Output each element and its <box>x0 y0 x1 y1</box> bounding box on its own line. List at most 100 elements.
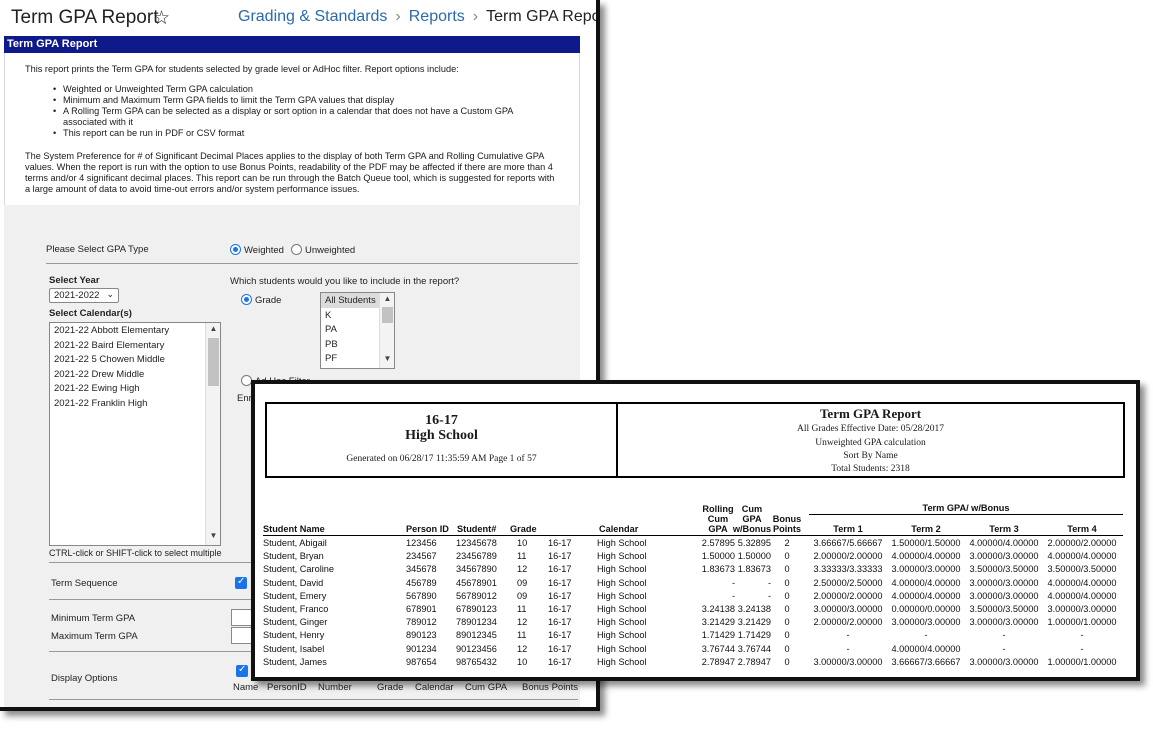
cell-t2: 0.00000/0.00000 <box>891 604 961 614</box>
calendar-option[interactable]: 2021-22 Abbott Elementary <box>50 323 220 338</box>
display-name-checkbox[interactable] <box>236 664 248 677</box>
cell-name: Student, Emery <box>263 590 327 601</box>
calendar-option[interactable]: 2021-22 Ewing High <box>50 381 220 396</box>
calendar-listbox[interactable]: 2021-22 Abbott Elementary 2021-22 Baird … <box>49 322 221 546</box>
scrollbar-thumb[interactable] <box>382 307 393 323</box>
scroll-up-icon[interactable]: ▲ <box>206 324 220 337</box>
display-col-calendar: Calendar <box>415 682 454 693</box>
scroll-up-icon[interactable]: ▲ <box>380 294 394 307</box>
grade-option[interactable]: Grade <box>241 294 281 306</box>
cell-t2: 4.00000/4.00000 <box>891 590 961 601</box>
cell-t4: 4.00000/4.00000 <box>1047 590 1117 601</box>
header-calendar: Calendar <box>599 524 639 534</box>
display-col-bonus: Bonus Points <box>522 682 578 693</box>
term-sequence-checkbox[interactable] <box>235 576 247 589</box>
radio-weighted[interactable] <box>230 244 241 255</box>
cell-pid: 456789 <box>406 577 437 588</box>
cell-snum: 34567890 <box>456 564 497 575</box>
table-row: Student, Caroline 345678 34567890 12 16-17 Hi… <box>263 564 1123 577</box>
cell-name: Student, Abigail <box>263 538 327 548</box>
cell-snum: 67890123 <box>456 604 497 614</box>
max-term-gpa-input[interactable] <box>231 627 253 644</box>
cell-snum: 23456789 <box>456 551 497 562</box>
report-header-bar: Term GPA Report <box>4 36 580 53</box>
header-grade: Grade <box>510 524 537 534</box>
cell-grade: 10 <box>517 538 528 548</box>
header-student-name: Student Name <box>263 524 325 534</box>
cell-roll: 2.57895 <box>701 538 735 548</box>
star-icon[interactable]: ☆ <box>153 7 170 30</box>
cell-cal: High School <box>597 538 647 548</box>
radio-unweighted[interactable] <box>291 244 302 255</box>
cell-roll: 1.50000 <box>701 551 735 562</box>
gpa-type-label: Please Select GPA Type <box>46 244 149 255</box>
description-intro: This report prints the Term GPA for stud… <box>25 64 459 74</box>
table-row: Student, Henry 890123 89012345 11 16-17 High … <box>263 630 1123 643</box>
page-title: Term GPA Report <box>11 7 159 28</box>
gpa-weighted-option[interactable]: Weighted <box>230 244 284 256</box>
cell-yr: 16-17 <box>548 538 572 548</box>
calendar-option[interactable]: 2021-22 5 Chowen Middle <box>50 352 220 367</box>
cell-yr: 16-17 <box>548 656 572 667</box>
cell-cum: - <box>767 590 771 601</box>
cell-grade: 11 <box>517 630 527 641</box>
cell-cum: 1.83673 <box>737 564 771 575</box>
table-row: Student, Emery 567890 56789012 09 16-17 High … <box>263 591 1123 604</box>
scroll-down-icon[interactable]: ▼ <box>206 531 220 544</box>
report-heading-box: 16-17 High School Generated on 06/28/17 … <box>265 402 1125 478</box>
select-year-label: Select Year <box>49 275 100 286</box>
cell-name: Student, Bryan <box>263 551 324 562</box>
calendar-option[interactable]: 2021-22 Franklin High <box>50 396 220 411</box>
chevron-right-icon: › <box>395 8 401 25</box>
cell-t1: - <box>846 630 850 641</box>
cell-t3: 3.50000/3.50000 <box>969 564 1039 575</box>
gpa-unweighted-option[interactable]: Unweighted <box>291 244 355 256</box>
cell-bonus: 0 <box>784 551 790 562</box>
header-term-1: Term 1 <box>833 524 863 534</box>
cell-name: Student, Franco <box>263 604 329 614</box>
cell-pid: 789012 <box>406 617 437 628</box>
report-generated-line: Generated on 06/28/17 11:35:59 AM Page 1… <box>346 454 537 464</box>
min-term-gpa-input[interactable] <box>231 609 253 626</box>
cell-pid: 123456 <box>406 538 437 548</box>
cell-snum: 45678901 <box>456 577 497 588</box>
cell-yr: 16-17 <box>548 604 572 614</box>
report-school-name: High School <box>405 428 478 443</box>
cell-cal: High School <box>597 617 647 628</box>
table-row: Student, David 456789 45678901 09 16-17 High … <box>263 578 1123 591</box>
cell-bonus: 2 <box>784 538 790 548</box>
display-options-label: Display Options <box>51 673 118 684</box>
cell-grade: 09 <box>517 577 528 588</box>
report-sort-line: Sort By Name <box>843 451 898 461</box>
radio-grade[interactable] <box>241 294 252 305</box>
cell-roll: 1.83673 <box>701 564 735 575</box>
cell-yr: 16-17 <box>548 590 572 601</box>
cell-t3: - <box>1002 630 1006 641</box>
table-row: Student, Bryan 234567 23456789 11 16-17 High … <box>263 551 1123 564</box>
grade-scrollbar[interactable]: ▲ ▼ <box>379 293 394 368</box>
scroll-down-icon[interactable]: ▼ <box>380 354 394 367</box>
grade-listbox[interactable]: All Students K PA PB PF ▲ ▼ <box>320 292 395 369</box>
header-rolling: Rolling <box>702 504 734 514</box>
cell-cum: 2.78947 <box>737 656 771 667</box>
header-cum: GPA <box>742 514 762 524</box>
cell-t2: 1.50000/1.50000 <box>891 538 961 548</box>
calendar-option[interactable]: 2021-22 Baird Elementary <box>50 338 220 353</box>
cell-t1: 2.00000/2.00000 <box>813 617 883 628</box>
term-group-underline <box>809 514 1123 515</box>
cell-t4: 2.00000/2.00000 <box>1047 538 1117 548</box>
cell-pid: 890123 <box>406 630 437 641</box>
cell-name: Student, David <box>263 577 324 588</box>
breadcrumb-grading-standards[interactable]: Grading & Standards <box>238 8 387 25</box>
cell-cal: High School <box>597 630 647 641</box>
display-col-cumgpa: Cum GPA <box>465 682 508 693</box>
calendar-option[interactable]: 2021-22 Drew Middle <box>50 367 220 382</box>
scrollbar-thumb[interactable] <box>208 338 219 386</box>
year-select[interactable]: 2021-2022 ⌄ <box>49 288 119 303</box>
calendar-scrollbar[interactable]: ▲ ▼ <box>205 323 220 545</box>
cell-name: Student, Henry <box>263 630 325 641</box>
breadcrumb-reports[interactable]: Reports <box>409 8 465 25</box>
ctrl-click-hint: CTRL-click or SHIFT-click to select mult… <box>49 548 222 558</box>
cell-cum: 3.24138 <box>737 604 771 614</box>
cell-t3: 3.50000/3.50000 <box>969 604 1039 614</box>
